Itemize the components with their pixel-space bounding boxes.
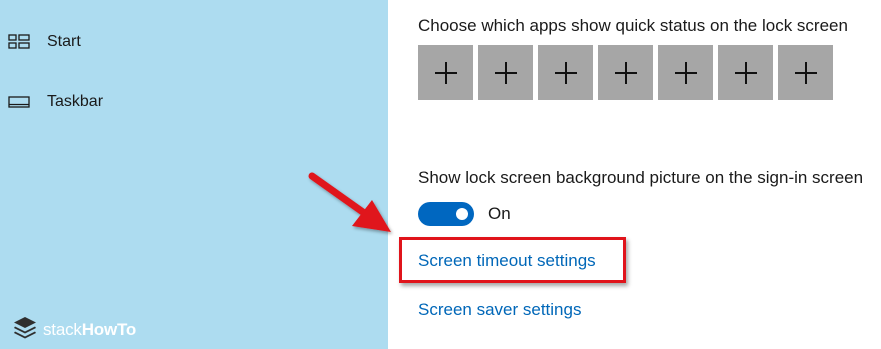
stack-layers-icon: [12, 314, 38, 345]
sidebar-item-label: Start: [47, 33, 81, 50]
taskbar-icon: [8, 94, 30, 110]
toggle-knob: [456, 208, 468, 220]
annotation-arrow-icon: [308, 172, 391, 232]
annotation-highlight-box: [399, 237, 626, 283]
sidebar-item-taskbar[interactable]: Taskbar: [8, 87, 103, 117]
plus-icon: [614, 61, 637, 84]
quick-status-tile-1[interactable]: [418, 45, 473, 100]
quick-status-tiles: [418, 45, 838, 100]
plus-icon: [554, 61, 577, 84]
quick-status-tile-2[interactable]: [478, 45, 533, 100]
plus-icon: [794, 61, 817, 84]
background-picture-toggle-row: On: [418, 202, 511, 226]
plus-icon: [734, 61, 757, 84]
quick-status-heading: Choose which apps show quick status on t…: [418, 16, 848, 35]
background-picture-toggle[interactable]: [418, 202, 474, 226]
background-picture-label: Show lock screen background picture on t…: [418, 168, 864, 187]
lock-screen-settings: Choose which apps show quick status on t…: [388, 0, 881, 349]
quick-status-tile-5[interactable]: [658, 45, 713, 100]
logo-text: stackHowTo: [43, 319, 137, 339]
quick-status-tile-6[interactable]: [718, 45, 773, 100]
sidebar-item-label: Taskbar: [47, 93, 104, 110]
plus-icon: [494, 61, 517, 84]
quick-status-tile-3[interactable]: [538, 45, 593, 100]
plus-icon: [434, 61, 457, 84]
settings-window: Start Taskbar stackHowTo Choose which ap…: [0, 0, 881, 349]
plus-icon: [674, 61, 697, 84]
quick-status-tile-7[interactable]: [778, 45, 833, 100]
sidebar-item-start[interactable]: Start: [8, 27, 81, 57]
screen-saver-settings-link[interactable]: Screen saver settings: [418, 300, 581, 320]
toggle-state-label: On: [488, 204, 511, 223]
quick-status-tile-4[interactable]: [598, 45, 653, 100]
stackhowto-logo: stackHowTo: [12, 314, 136, 345]
start-icon: [8, 34, 30, 50]
